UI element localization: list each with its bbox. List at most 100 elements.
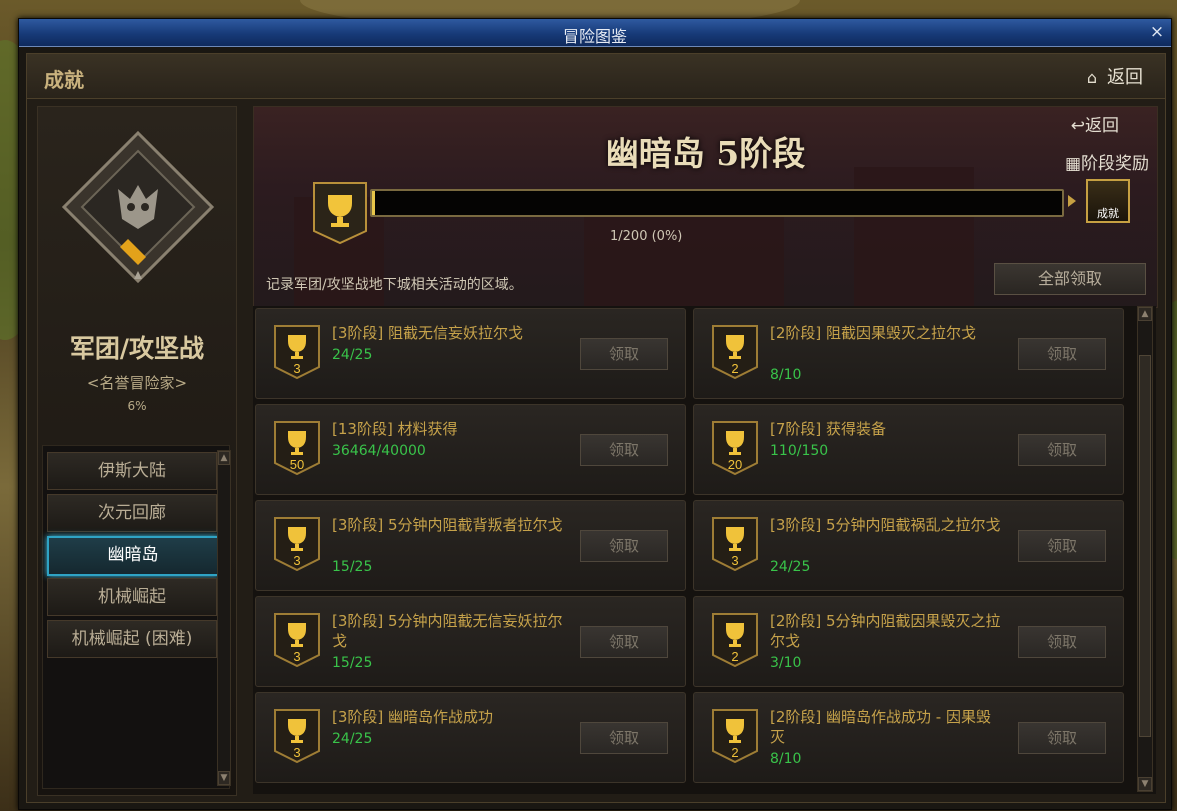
achievement-progress: 8/10 (770, 751, 802, 767)
stage-description: 记录军团/攻坚战地下城相关活动的区域。 (266, 277, 523, 293)
gift-icon: ▦ (1064, 154, 1081, 174)
achievement-level: 3 (293, 649, 300, 664)
adventure-guide-window: 冒险图鉴 × 成就 ⌂ 返回 军团/攻坚战 <名誉冒险家> 6% 伊斯大陆 次元… (18, 18, 1172, 810)
achievement-name: [3阶段] 5分钟内阻截无信妄妖拉尔戈 (332, 612, 563, 650)
home-icon: ⌂ (1086, 68, 1097, 87)
trophy-icon: 3 (274, 709, 320, 763)
claim-button[interactable]: 领取 (1018, 434, 1106, 466)
dungeon-completion-percent: 6% (127, 399, 147, 413)
achievement-level: 2 (731, 361, 738, 376)
region-item-machine-rise-hard[interactable]: 机械崛起 (困难) (47, 620, 217, 658)
scroll-down-button[interactable]: ▼ (218, 771, 230, 785)
achievement-name: [3阶段] 5分钟内阻截背叛者拉尔戈 (332, 516, 563, 534)
region-item-machine-rise[interactable]: 机械崛起 (47, 578, 217, 616)
achievement-level: 2 (731, 745, 738, 760)
trophy-icon: 2 (712, 709, 758, 763)
scroll-up-button[interactable]: ▲ (1138, 307, 1152, 321)
stage-reward-chest-button[interactable]: 成就 (1086, 179, 1130, 223)
achievement-level: 3 (293, 553, 300, 568)
claim-button[interactable]: 领取 (580, 434, 668, 466)
achievement-card: 3 [3阶段] 5分钟内阻截祸乱之拉尔戈 24/25 领取 (693, 500, 1124, 591)
progress-arrow-icon (1068, 195, 1076, 207)
back-button[interactable]: ⌂ 返回 (1087, 63, 1143, 89)
trophy-icon: 3 (712, 517, 758, 571)
achievement-name: [2阶段] 阻截因果毁灭之拉尔戈 (770, 324, 977, 342)
achievement-level: 3 (731, 553, 738, 568)
stage-progress-bar (370, 189, 1064, 217)
stage-back-button[interactable]: ↩返回 (1071, 111, 1119, 136)
trophy-icon: 3 (274, 613, 320, 667)
castle-silhouette (854, 167, 974, 307)
achievement-name: [13阶段] 材料获得 (332, 420, 458, 438)
claim-button[interactable]: 领取 (1018, 530, 1106, 562)
achievement-scrollbar[interactable]: ▲ ▼ (1137, 306, 1153, 792)
claim-button[interactable]: 领取 (1018, 722, 1106, 754)
achievement-name: [3阶段] 5分钟内阻截祸乱之拉尔戈 (770, 516, 1001, 534)
stage-title: 幽暗岛 5阶段 (605, 134, 806, 173)
scroll-thumb[interactable] (1139, 355, 1151, 737)
achievement-card: 3 [3阶段] 5分钟内阻截无信妄妖拉尔戈 15/25 领取 (255, 596, 686, 687)
scroll-down-button[interactable]: ▼ (1138, 777, 1152, 791)
region-scrollbar[interactable]: ▲ ▼ (217, 450, 231, 786)
trophy-icon: 50 (274, 421, 320, 475)
achievement-card: 20 [7阶段] 获得装备 110/150 领取 (693, 404, 1124, 495)
achievement-level: 3 (293, 745, 300, 760)
achievement-progress: 3/10 (770, 655, 802, 671)
achievement-name: [2阶段] 5分钟内阻截因果毁灭之拉尔戈 (770, 612, 1001, 650)
achievement-level: 50 (290, 457, 304, 472)
scroll-up-button[interactable]: ▲ (218, 451, 230, 465)
achievement-card: 50 [13阶段] 材料获得 36464/40000 领取 (255, 404, 686, 495)
region-item-dark-island[interactable]: 幽暗岛 (47, 536, 219, 576)
close-button[interactable]: × (1147, 22, 1167, 42)
achievement-progress: 36464/40000 (332, 443, 426, 459)
section-header: 成就 ⌂ 返回 (27, 54, 1165, 99)
achievement-progress: 24/25 (332, 731, 373, 747)
achievement-level: 2 (731, 649, 738, 664)
window-title: 冒险图鉴 (562, 27, 627, 46)
dungeon-panel: 军团/攻坚战 <名誉冒险家> 6% 伊斯大陆 次元回廊 幽暗岛 机械崛起 机械崛… (37, 106, 237, 796)
back-label: 返回 (1107, 67, 1143, 88)
achievement-progress: 110/150 (770, 443, 829, 459)
achievement-card: 2 [2阶段] 幽暗岛作战成功 - 因果毁灭 8/10 领取 (693, 692, 1124, 783)
claim-button[interactable]: 领取 (1018, 626, 1106, 658)
achievement-card: 2 [2阶段] 阻截因果毁灭之拉尔戈 8/10 领取 (693, 308, 1124, 399)
achievement-list: 3 [3阶段] 阻截无信妄妖拉尔戈 24/25 领取 2 [2阶段] 阻截因果毁灭之拉尔戈… (253, 306, 1156, 794)
dungeon-honor-title: <名誉冒险家> (86, 374, 188, 392)
region-item-dimension-corridor[interactable]: 次元回廊 (47, 494, 217, 532)
region-item-isys[interactable]: 伊斯大陆 (47, 452, 217, 490)
chest-label: 成就 (1097, 207, 1119, 220)
trophy-icon: 3 (274, 517, 320, 571)
claim-button[interactable]: 领取 (1018, 338, 1106, 370)
claim-all-button[interactable]: 全部领取 (994, 263, 1146, 295)
achievement-name: [2阶段] 幽暗岛作战成功 - 因果毁灭 (770, 708, 991, 746)
stage-banner: 幽暗岛 5阶段 ↩返回 ▦阶段奖励 成就 1/200 (0%) 记录军团/攻坚战… (253, 106, 1158, 308)
title-bar[interactable]: 冒险图鉴 × (19, 19, 1171, 47)
achievement-name: [3阶段] 阻截无信妄妖拉尔戈 (332, 324, 524, 342)
claim-button[interactable]: 领取 (580, 626, 668, 658)
claim-button[interactable]: 领取 (580, 722, 668, 754)
trophy-icon: 20 (712, 421, 758, 475)
achievement-level: 20 (728, 457, 742, 472)
achievement-progress: 24/25 (332, 347, 373, 363)
stage-reward-label: ▦阶段奖励 (1064, 154, 1149, 174)
region-list: 伊斯大陆 次元回廊 幽暗岛 机械崛起 机械崛起 (困难) ▲ ▼ (42, 445, 231, 789)
trophy-icon (313, 182, 367, 245)
achievement-card: 3 [3阶段] 阻截无信妄妖拉尔戈 24/25 领取 (255, 308, 686, 399)
achievement-progress: 15/25 (332, 655, 373, 671)
dungeon-emblem-icon (61, 130, 215, 284)
achievement-progress: 15/25 (332, 559, 373, 575)
claim-button[interactable]: 领取 (580, 530, 668, 562)
claim-button[interactable]: 领取 (580, 338, 668, 370)
achievement-frame: 成就 ⌂ 返回 军团/攻坚战 <名誉冒险家> 6% 伊斯大陆 次元回廊 幽暗岛 (26, 53, 1166, 803)
achievement-level: 3 (293, 361, 300, 376)
trophy-icon: 3 (274, 325, 320, 379)
stage-progress-fill (372, 191, 376, 215)
trophy-icon: 2 (712, 325, 758, 379)
dungeon-name: 军团/攻坚战 (69, 334, 205, 363)
achievement-card: 3 [3阶段] 幽暗岛作战成功 24/25 领取 (255, 692, 686, 783)
trophy-icon: 2 (712, 613, 758, 667)
achievement-progress: 24/25 (770, 559, 811, 575)
achievement-card: 3 [3阶段] 5分钟内阻截背叛者拉尔戈 15/25 领取 (255, 500, 686, 591)
achievement-name: [7阶段] 获得装备 (770, 420, 887, 438)
achievement-name: [3阶段] 幽暗岛作战成功 (332, 708, 494, 726)
